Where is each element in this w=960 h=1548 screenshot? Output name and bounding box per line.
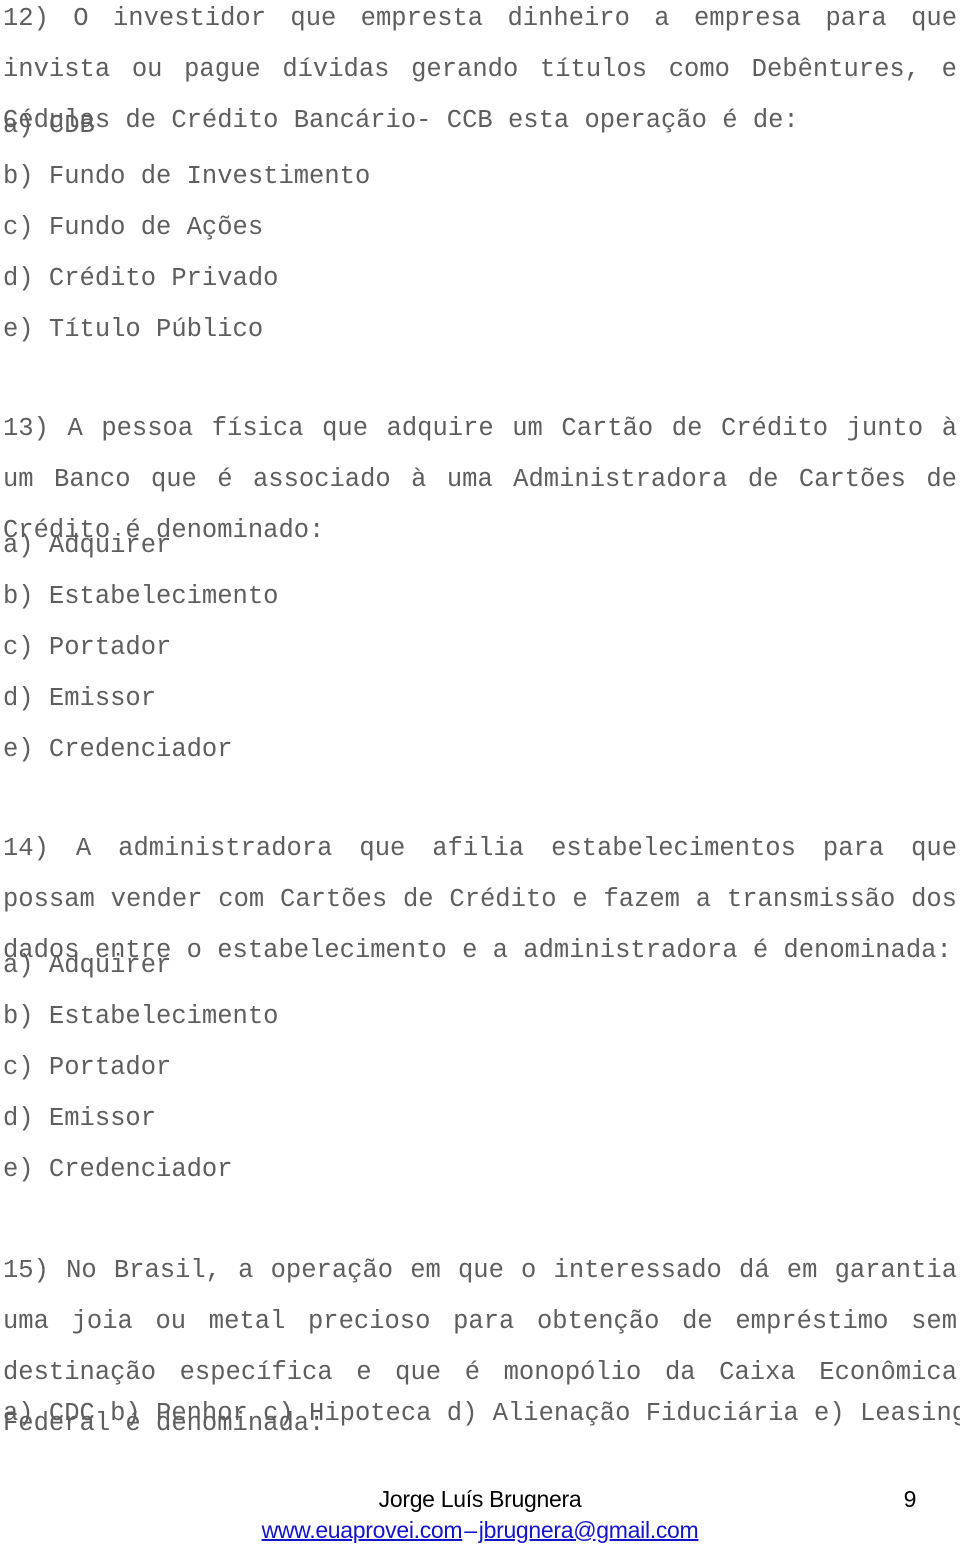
footer-email-link[interactable]: jbrugnera@gmail.com (479, 1517, 699, 1543)
page-number: 9 (903, 1486, 917, 1512)
option-13-c[interactable]: c) Portador (3, 622, 957, 673)
footer-contact-line: www.euaprovei.com–jbrugnera@gmail.com (0, 1515, 960, 1546)
option-14-a[interactable]: a) Adquirer (3, 940, 957, 991)
question-options-13: a) Adquirer b) Estabelecimento c) Portad… (3, 520, 957, 775)
question-options-14: a) Adquirer b) Estabelecimento c) Portad… (3, 940, 957, 1195)
option-12-c[interactable]: c) Fundo de Ações (3, 202, 957, 253)
option-12-d[interactable]: d) Crédito Privado (3, 253, 957, 304)
option-13-a[interactable]: a) Adquirer (3, 520, 957, 571)
footer-separator: – (464, 1517, 477, 1543)
footer-website-link[interactable]: www.euaprovei.com (262, 1517, 463, 1543)
page-footer: Jorge Luís Brugnera www.euaprovei.com–jb… (0, 1484, 960, 1546)
option-12-a[interactable]: a) CDB (3, 100, 957, 151)
option-12-e[interactable]: e) Título Público (3, 304, 957, 355)
option-14-d[interactable]: d) Emissor (3, 1093, 957, 1144)
footer-author: Jorge Luís Brugnera (378, 1486, 582, 1512)
option-13-b[interactable]: b) Estabelecimento (3, 571, 957, 622)
option-12-b[interactable]: b) Fundo de Investimento (3, 151, 957, 202)
option-13-e[interactable]: e) Credenciador (3, 724, 957, 775)
question-options-12: a) CDB b) Fundo de Investimento c) Fundo… (3, 100, 957, 355)
option-14-b[interactable]: b) Estabelecimento (3, 991, 957, 1042)
option-15-inline[interactable]: a) CDC b) Penhor c) Hipoteca d) Alienaçã… (3, 1388, 960, 1439)
option-14-c[interactable]: c) Portador (3, 1042, 957, 1093)
option-13-d[interactable]: d) Emissor (3, 673, 957, 724)
document-page: 12) O investidor que empresta dinheiro a… (0, 0, 960, 1548)
question-options-15: a) CDC b) Penhor c) Hipoteca d) Alienaçã… (3, 1388, 960, 1439)
option-14-e[interactable]: e) Credenciador (3, 1144, 957, 1195)
